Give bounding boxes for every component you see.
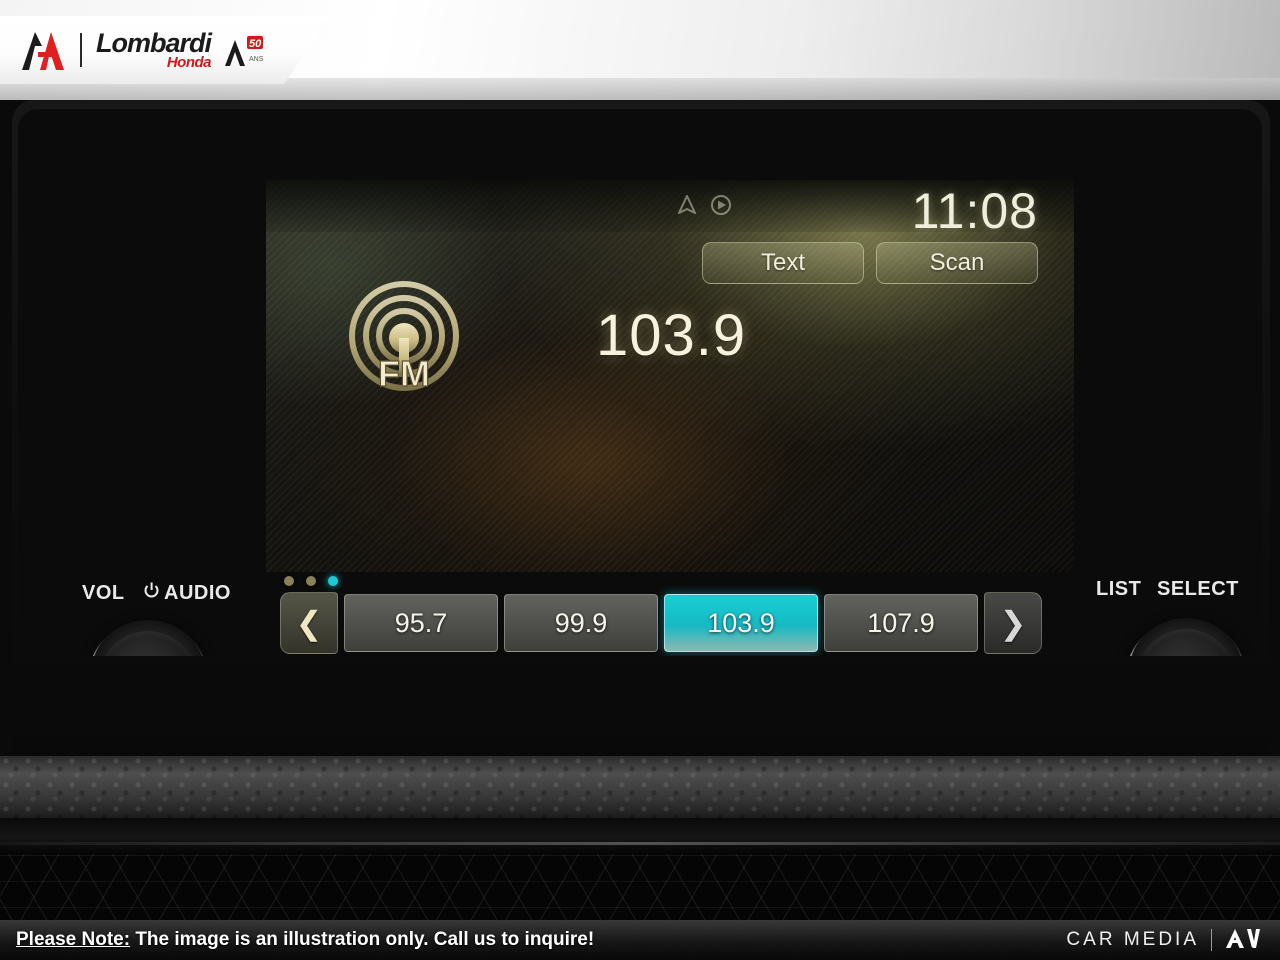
dealer-brand: Honda [166,54,212,71]
screen-tab-group: Text Scan [702,242,1038,284]
status-bar: 11:08 [266,180,1074,239]
preset-page-dots [284,576,338,586]
footer-bar: Please Note: The image is an illustratio… [0,920,1280,960]
disclaimer-text: The image is an illustration only. Call … [130,929,595,950]
play-circle-icon [710,194,732,221]
preset-zone: ❮ 95.7 99.9 103.9 107.9 ❯ [266,576,1074,656]
av-logo-icon [1224,926,1264,955]
status-icon-group [676,194,732,221]
screen-bezel: 11:08 Text Scan FM 103.9 ❮ 95.7 99.9 103… [18,108,1262,656]
infotainment-display[interactable]: 11:08 Text Scan FM 103.9 [266,180,1074,572]
preset-button-1[interactable]: 95.7 [344,594,498,652]
chevron-left-icon: ❮ [295,605,323,641]
logo-divider [80,33,82,67]
car-media-branding: CAR MEDIA [1066,926,1264,955]
brand-divider [1211,929,1212,951]
preset-button-3[interactable]: 103.9 [664,594,818,652]
dealer-wordmark: Lombardi Honda [96,28,212,71]
preset-row: ❮ 95.7 99.9 103.9 107.9 ❯ [280,592,1042,654]
fm-broadcast-icon: FM [342,280,466,404]
preset-button-4[interactable]: 107.9 [824,594,978,652]
volume-audio-knob[interactable] [88,620,208,656]
list-label: LIST [1096,578,1142,600]
scan-tab[interactable]: Scan [876,242,1038,284]
svg-text:50: 50 [249,38,262,50]
car-media-label: CAR MEDIA [1066,929,1199,950]
text-tab[interactable]: Text [702,242,864,284]
dealer-logo-plate: Lombardi Honda 50 ANS [0,16,330,84]
page-dot-2[interactable] [306,576,316,586]
volume-label: VOL [82,582,125,604]
navigation-arrow-icon [676,194,698,221]
chevron-right-icon: ❯ [999,605,1027,641]
svg-text:ANS: ANS [249,56,264,63]
preset-prev-button[interactable]: ❮ [280,592,338,654]
clock: 11:08 [911,183,1038,239]
audio-label-group: AUDIO [143,582,231,605]
page-dot-3[interactable] [328,576,338,586]
list-select-knob[interactable] [1126,618,1246,656]
screenshot-root: Lombardi Honda 50 ANS 11:08 Text Scan FM… [0,0,1280,960]
dealer-badge-icon: 50 ANS [221,30,275,70]
page-dot-1[interactable] [284,576,294,586]
dashboard-gap [0,818,1280,854]
dealer-name: Lombardi [96,28,212,58]
current-frequency: 103.9 [596,303,747,368]
disclaimer-prefix: Please Note: [16,929,131,950]
power-icon [143,582,160,605]
select-label: SELECT [1157,578,1239,600]
lombardi-a-h-logo-icon [18,28,66,72]
preset-button-2[interactable]: 99.9 [504,594,658,652]
dashboard-trim [0,756,1280,818]
disclaimer-note: Please Note: The image is an illustratio… [16,929,594,951]
svg-text:FM: FM [378,353,430,394]
head-unit: 11:08 Text Scan FM 103.9 ❮ 95.7 99.9 103… [12,100,1270,756]
audio-label: AUDIO [164,582,231,604]
preset-next-button[interactable]: ❯ [984,592,1042,654]
